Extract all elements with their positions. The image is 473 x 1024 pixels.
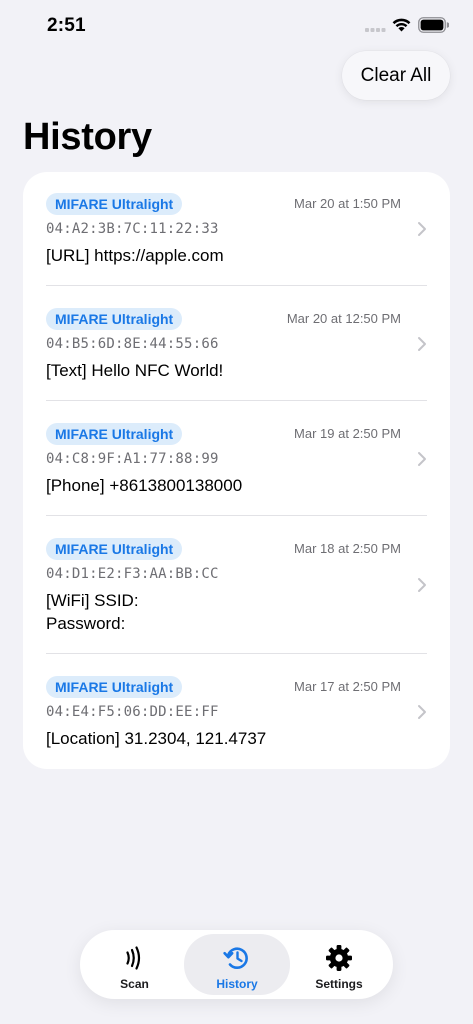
tag-type-badge: MIFARE Ultralight <box>46 538 183 560</box>
history-item[interactable]: MIFARE Ultralight Mar 18 at 2:50 PM 04:D… <box>23 517 450 654</box>
scan-date: Mar 19 at 2:50 PM <box>294 426 401 441</box>
tab-settings[interactable]: Settings <box>289 934 389 995</box>
tag-uid: 04:B5:6D:8E:44:55:66 <box>46 336 219 352</box>
tag-uid: 04:D1:E2:F3:AA:BB:CC <box>46 566 219 582</box>
page-title: History <box>23 116 152 158</box>
status-time: 2:51 <box>47 15 86 36</box>
tab-scan[interactable]: Scan <box>84 934 185 995</box>
history-list: MIFARE Ultralight Mar 20 at 1:50 PM 04:A… <box>23 172 450 769</box>
chevron-right-icon <box>418 452 426 466</box>
tag-type-badge: MIFARE Ultralight <box>46 193 183 215</box>
tab-history[interactable]: History <box>184 934 290 995</box>
scan-date: Mar 20 at 12:50 PM <box>286 311 401 326</box>
scan-date: Mar 20 at 1:50 PM <box>294 196 401 211</box>
battery-icon <box>418 17 449 33</box>
history-item[interactable]: MIFARE Ultralight Mar 17 at 2:50 PM 04:E… <box>23 655 450 769</box>
cellular-signal-icon <box>365 28 386 32</box>
chevron-right-icon <box>418 705 426 719</box>
chevron-right-icon <box>418 337 426 351</box>
tab-bar: Scan History Settings <box>80 930 393 999</box>
tag-uid: 04:C8:9F:A1:77:88:99 <box>46 451 219 467</box>
clear-all-button[interactable]: Clear All <box>342 51 450 100</box>
nfc-waves-icon <box>125 946 140 970</box>
tag-uid: 04:A2:3B:7C:11:22:33 <box>46 221 219 237</box>
history-item[interactable]: MIFARE Ultralight Mar 20 at 1:50 PM 04:A… <box>23 172 450 286</box>
scan-date: Mar 17 at 2:50 PM <box>294 679 401 694</box>
divider <box>46 285 427 286</box>
tab-label: Scan <box>120 977 149 991</box>
chevron-right-icon <box>418 578 426 592</box>
gear-icon <box>326 945 352 971</box>
divider <box>46 515 427 516</box>
divider <box>46 653 427 654</box>
record-content: [Phone] +8613800138000 <box>46 476 243 495</box>
status-bar: 2:51 <box>0 0 473 54</box>
history-clock-icon <box>223 947 248 970</box>
record-content: [Text] Hello NFC World! <box>46 361 224 380</box>
tag-type-badge: MIFARE Ultralight <box>46 423 183 445</box>
divider <box>46 400 427 401</box>
record-content: [WiFi] SSID: Password: <box>46 591 139 633</box>
scan-date: Mar 18 at 2:50 PM <box>294 541 401 556</box>
tab-label: History <box>216 977 258 991</box>
chevron-right-icon <box>418 222 426 236</box>
tag-uid: 04:E4:F5:06:DD:EE:FF <box>46 704 219 720</box>
wifi-icon <box>392 18 411 32</box>
record-content: [URL] https://apple.com <box>46 246 224 265</box>
tab-label: Settings <box>315 977 363 991</box>
history-item[interactable]: MIFARE Ultralight Mar 19 at 2:50 PM 04:C… <box>23 402 450 516</box>
tag-type-badge: MIFARE Ultralight <box>46 676 183 698</box>
record-content: [Location] 31.2304, 121.4737 <box>46 729 267 748</box>
history-item[interactable]: MIFARE Ultralight Mar 20 at 12:50 PM 04:… <box>23 287 450 401</box>
tag-type-badge: MIFARE Ultralight <box>46 308 183 330</box>
